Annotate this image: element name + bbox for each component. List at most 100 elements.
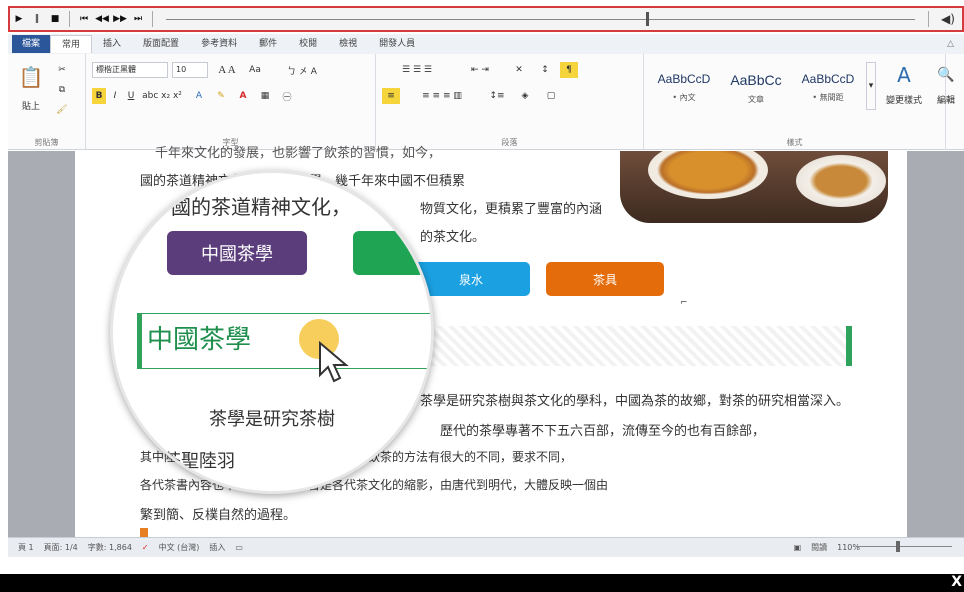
highlight-icon[interactable]: ✎ — [212, 88, 230, 104]
status-words: 字數: 1,864 — [87, 543, 132, 552]
font-group: 標楷正黑體 10 A A Aa ㄅ 㐅 A B I U abc x₂ x² A … — [86, 54, 376, 150]
pill-teaware[interactable]: 茶具 — [546, 262, 664, 296]
doc-body-line: 繁到簡、反樸自然的過程。 — [140, 508, 297, 523]
change-case-icon[interactable]: Aa — [246, 62, 264, 78]
seek-slider[interactable] — [166, 8, 915, 30]
italic-icon[interactable]: I — [108, 88, 122, 104]
divider — [69, 11, 70, 27]
tab-insert[interactable]: 插入 — [92, 35, 132, 53]
status-page: 頁 1 — [18, 543, 34, 552]
style-name: • 無間距 — [812, 93, 844, 102]
doc-line: 物質文化，更積累了豐富的內涵 — [420, 202, 603, 217]
change-styles-button[interactable]: 變更樣式 — [876, 92, 932, 106]
proofing-icon[interactable]: ✓ — [142, 543, 149, 552]
copy-icon[interactable]: ⧉ — [54, 82, 70, 98]
cursor-icon — [319, 341, 349, 383]
lens-text: 歷代茶聖陸羽 — [127, 451, 235, 472]
font-size-select[interactable]: 10 — [172, 62, 208, 78]
styles-scroll[interactable]: ▾ — [866, 62, 876, 110]
style-article[interactable]: AaBbCc 文章 — [722, 62, 790, 110]
play-icon[interactable]: ▶ — [10, 8, 28, 30]
window-bottom-edge — [0, 574, 964, 592]
align-left-icon[interactable]: ≡ — [382, 88, 400, 104]
seek-track-line — [166, 19, 915, 20]
change-styles-icon[interactable]: A — [882, 60, 926, 90]
tab-review[interactable]: 校閱 — [288, 35, 328, 53]
close-icon[interactable]: X — [951, 574, 962, 590]
divider — [928, 11, 929, 27]
find-icon[interactable]: 🔍 — [932, 60, 960, 90]
zoom-thumb[interactable] — [896, 541, 900, 552]
underline-icon[interactable]: U — [124, 88, 138, 104]
chinese-layout-icon[interactable]: ✕ — [508, 62, 530, 78]
cut-icon[interactable]: ✂ — [54, 62, 70, 78]
lens-text: 國的茶道精神文化， — [171, 195, 351, 219]
styles-label: 樣式 — [786, 138, 803, 147]
font-color-icon[interactable]: A — [234, 88, 252, 104]
status-view[interactable]: 閱讀 — [811, 542, 827, 553]
paste-icon[interactable]: 📋 — [18, 62, 44, 92]
macro-icon[interactable]: ▭ — [235, 543, 243, 552]
grow-font-icon[interactable]: A A — [212, 62, 242, 78]
strike-subsup-icon[interactable]: abc x₂ x² — [142, 88, 182, 104]
status-language[interactable]: 中文 (台灣) — [159, 542, 200, 553]
tab-page-layout[interactable]: 版面配置 — [132, 35, 190, 53]
doc-body-line: 茶學是研究茶樹與茶文化的學科，中國為茶的故鄉，對茶的研究相當深入。 — [420, 394, 850, 409]
align-icons[interactable]: ≡ ≡ ≡ ▥ — [402, 88, 482, 104]
skip-start-icon[interactable]: ⏮ — [75, 8, 93, 30]
doc-body-line: 歷代的茶學專著不下五六百部，流傳至今的也有百餘部， — [440, 424, 766, 439]
tab-developer[interactable]: 開發人員 — [368, 35, 426, 53]
font-name-select[interactable]: 標楷正黑體 — [92, 62, 168, 78]
magnifier-lens: 國的茶道精神文化， 中國茶學 中國茶學 茶學是研究茶樹 歷代茶聖陸羽 — [110, 170, 434, 494]
fast-forward-icon[interactable]: ▶▶ — [111, 8, 129, 30]
style-sample: AaBbCcD — [801, 72, 855, 86]
status-zoom[interactable]: 110% — [837, 543, 860, 552]
status-mode[interactable]: 插入 — [209, 542, 225, 553]
style-name: 文章 — [748, 95, 764, 104]
resize-handle[interactable]: ⌐ — [680, 298, 688, 308]
paste-button[interactable]: 貼上 — [16, 98, 46, 112]
tab-home[interactable]: 常用 — [50, 35, 93, 53]
styles-group: AaBbCcD • 內文 AaBbCc 文章 AaBbCcD • 無間距 ▾ A… — [644, 54, 946, 150]
format-painter-icon[interactable]: 🖌 — [54, 102, 70, 118]
tab-mailings[interactable]: 郵件 — [248, 35, 288, 53]
clipboard-label: 剪貼簿 — [34, 138, 59, 147]
phonetic-guide-icon[interactable]: ㄅ 㐅 A — [272, 62, 332, 78]
view-buttons[interactable]: ▣ — [794, 543, 802, 552]
tea-photo — [620, 151, 888, 223]
divider — [152, 11, 153, 27]
zoom-slider[interactable] — [856, 546, 952, 547]
seek-thumb[interactable] — [646, 12, 649, 26]
char-shading-icon[interactable]: ▦ — [256, 88, 274, 104]
style-no-spacing[interactable]: AaBbCcD • 無間距 — [794, 62, 862, 110]
editing-button[interactable]: 編輯 — [932, 92, 960, 106]
pause-icon[interactable]: ‖ — [28, 8, 46, 30]
style-sample: AaBbCc — [730, 72, 782, 88]
sort-icon[interactable]: ↕ — [534, 62, 556, 78]
shading-icon[interactable]: ◈ — [514, 88, 536, 104]
tab-view[interactable]: 檢視 — [328, 35, 368, 53]
rewind-icon[interactable]: ◀◀ — [93, 8, 111, 30]
style-normal[interactable]: AaBbCcD • 內文 — [650, 62, 718, 110]
skip-end-icon[interactable]: ⏭ — [129, 8, 147, 30]
status-section: 頁面: 1/4 — [43, 543, 78, 552]
bold-icon[interactable]: B — [92, 88, 106, 104]
line-spacing-icon[interactable]: ↕≡ — [486, 88, 508, 104]
enclose-char-icon[interactable]: ㊀ — [278, 88, 296, 104]
show-marks-icon[interactable]: ¶ — [560, 62, 578, 78]
lens-heading: 中國茶學 — [147, 325, 252, 355]
style-sample: AaBbCcD — [657, 72, 711, 86]
ribbon-tabs: 檔案 常用 插入 版面配置 參考資料 郵件 校閱 檢視 開發人員 △ — [8, 34, 964, 54]
indent-icons[interactable]: ⇤ ⇥ — [458, 62, 502, 78]
paragraph-group: ☰ ☰ ☰ ⇤ ⇥ ✕ ↕ ¶ ≡ ≡ ≡ ≡ ▥ ↕≡ ◈ ▢ 段落 — [376, 54, 644, 150]
stop-icon[interactable]: ■ — [46, 8, 64, 30]
tab-references[interactable]: 參考資料 — [190, 35, 248, 53]
list-icons[interactable]: ☰ ☰ ☰ — [382, 62, 452, 78]
text-effect-icon[interactable]: A — [190, 88, 208, 104]
border-icon[interactable]: ▢ — [540, 88, 562, 104]
ribbon-minimize-icon[interactable]: △ — [947, 39, 954, 49]
status-bar: 頁 1 頁面: 1/4 字數: 1,864 ✓ 中文 (台灣) 插入 ▭ ▣ 閱… — [8, 537, 964, 557]
clipboard-group: 📋 貼上 ✂ ⧉ 🖌 剪貼簿 — [8, 54, 86, 150]
tab-file[interactable]: 檔案 — [12, 35, 51, 53]
speaker-icon[interactable]: ◀) — [934, 12, 962, 26]
